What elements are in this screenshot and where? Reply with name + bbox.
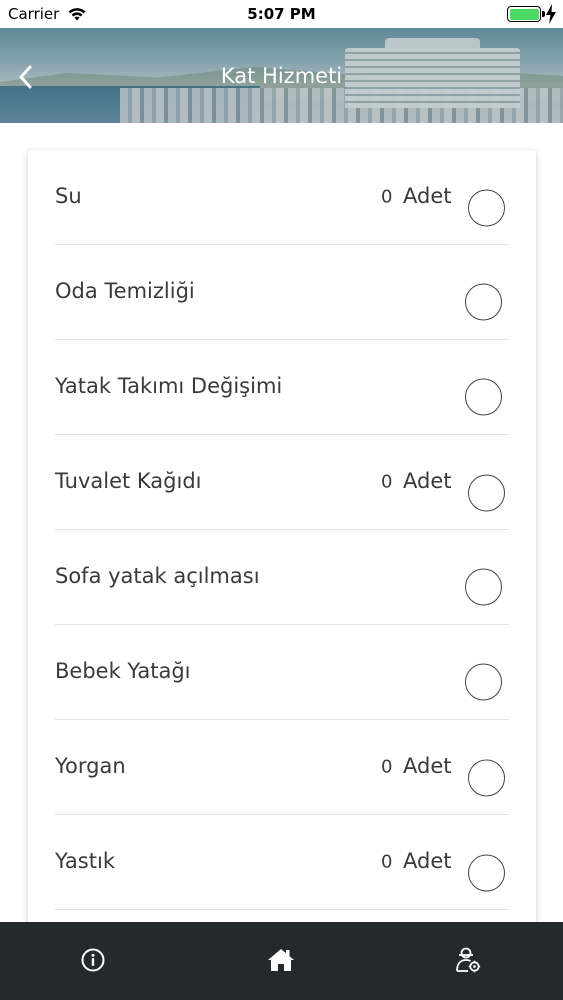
service-label: Su	[55, 184, 82, 208]
quantity-count[interactable]: 0	[381, 472, 392, 493]
status-bar: Carrier 5:07 PM	[0, 0, 563, 28]
quantity-count[interactable]: 0	[381, 852, 392, 873]
tab-home[interactable]	[261, 940, 301, 980]
info-icon	[81, 948, 105, 972]
service-label: Yastık	[55, 849, 115, 873]
service-row[interactable]: Tuvalet Kağıdı 0 Adet	[55, 435, 509, 530]
battery-fill	[509, 8, 539, 20]
select-radio[interactable]	[465, 283, 502, 321]
select-radio[interactable]	[468, 189, 505, 227]
service-list: Su 0 Adet Oda Temizliği Yatak Takımı Değişim…	[28, 150, 536, 910]
nav-header: Kat Hizmeti	[0, 28, 563, 123]
select-radio[interactable]	[465, 378, 502, 416]
quantity-unit: Adet	[403, 184, 452, 208]
staff-settings-icon	[456, 947, 481, 973]
service-label: Oda Temizliği	[55, 279, 195, 303]
tab-info[interactable]	[73, 940, 113, 980]
select-radio[interactable]	[468, 474, 505, 512]
tab-bar	[0, 922, 563, 1000]
select-radio[interactable]	[465, 663, 502, 701]
quantity-count[interactable]: 0	[381, 757, 392, 778]
service-label: Yatak Takımı Değişimi	[55, 374, 283, 398]
service-row[interactable]: Yastık 0 Adet	[55, 815, 509, 910]
charging-bolt-icon	[546, 4, 556, 24]
quantity-unit: Adet	[403, 849, 452, 873]
clock: 5:07 PM	[247, 5, 316, 23]
home-icon	[268, 949, 294, 971]
service-label: Tuvalet Kağıdı	[55, 469, 202, 493]
quantity-count[interactable]: 0	[381, 187, 392, 208]
services-card: Su 0 Adet Oda Temizliği Yatak Takımı Değişim…	[28, 150, 536, 940]
service-label: Yorgan	[55, 754, 126, 778]
service-row[interactable]: Bebek Yatağı	[55, 625, 509, 720]
battery-icon	[507, 6, 541, 22]
service-row[interactable]: Yatak Takımı Değişimi	[55, 340, 509, 435]
select-radio[interactable]	[468, 854, 505, 892]
select-radio[interactable]	[465, 568, 502, 606]
quantity-unit: Adet	[403, 469, 452, 493]
service-row[interactable]: Su 0 Adet	[55, 150, 509, 245]
page-title: Kat Hizmeti	[220, 64, 343, 88]
service-row[interactable]: Yorgan 0 Adet	[55, 720, 509, 815]
select-radio[interactable]	[468, 759, 505, 797]
quantity-unit: Adet	[403, 754, 452, 778]
service-row[interactable]: Sofa yatak açılması	[55, 530, 509, 625]
service-label: Bebek Yatağı	[55, 659, 191, 683]
tab-profile[interactable]	[448, 940, 488, 980]
service-label: Sofa yatak açılması	[55, 564, 260, 588]
service-row[interactable]: Oda Temizliği	[55, 245, 509, 340]
